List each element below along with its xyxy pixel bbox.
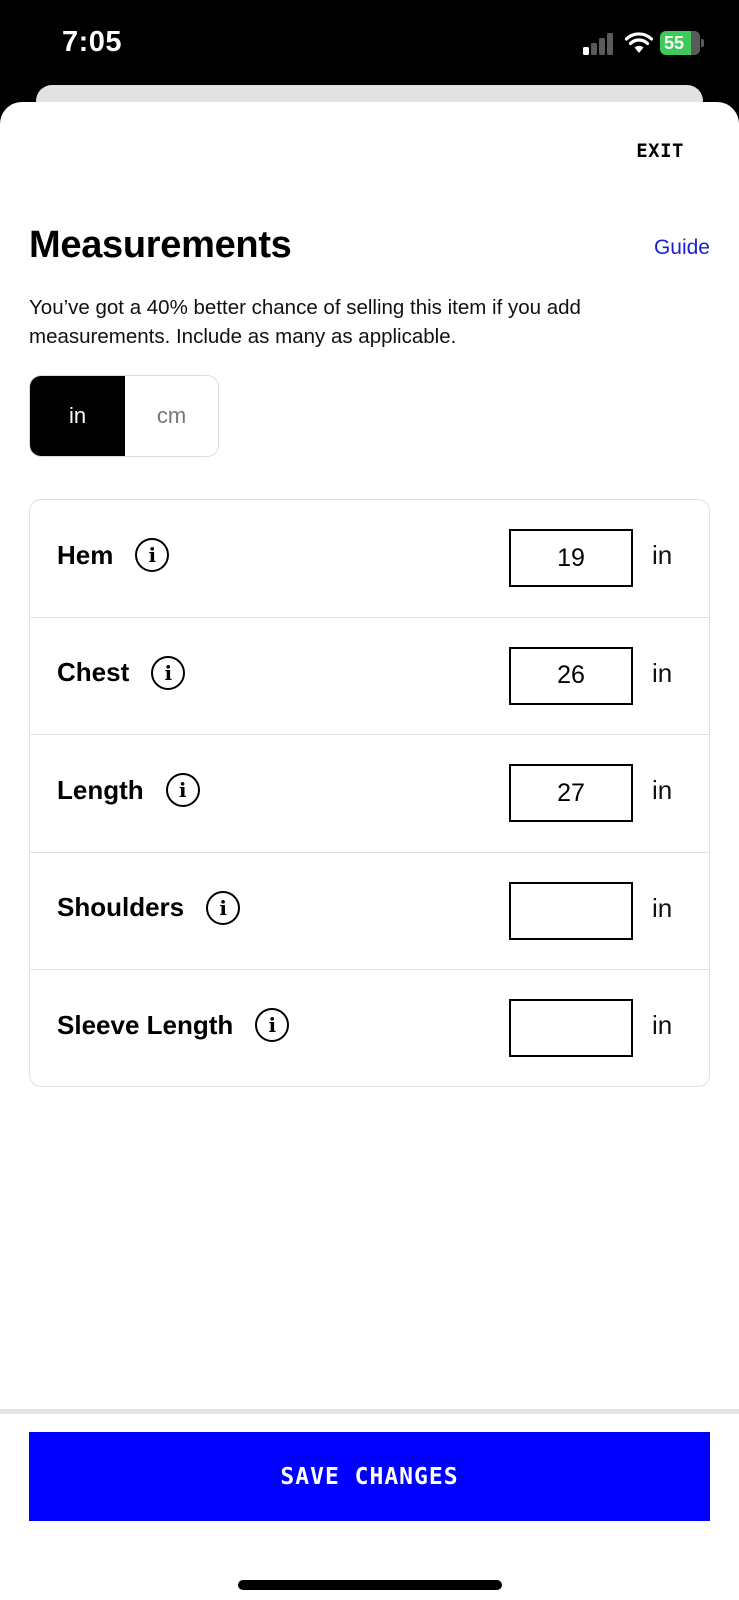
unit-suffix: in — [652, 892, 673, 923]
measurements-card: Hem i in Chest i in Length i in Shoulder… — [29, 499, 710, 1087]
measurement-label: Length i — [57, 773, 200, 807]
battery-level: 55 — [664, 33, 685, 53]
unit-option-cm[interactable]: cm — [125, 376, 218, 456]
unit-toggle: in cm — [29, 375, 219, 457]
measurement-label-text: Hem — [57, 539, 114, 570]
chest-input[interactable] — [509, 646, 633, 705]
measurement-label-text: Sleeve Length — [57, 1009, 234, 1040]
status-time: 7:05 — [62, 26, 123, 58]
shoulders-input[interactable] — [509, 881, 633, 940]
length-input[interactable] — [509, 764, 633, 822]
measurement-row-sleeve-length: Sleeve Length i in — [30, 970, 709, 1086]
measurement-label: Shoulders i — [57, 890, 241, 925]
guide-link[interactable]: Guide — [654, 236, 710, 260]
measurement-label: Sleeve Length i — [57, 1008, 290, 1042]
measurement-row-length: Length i in — [30, 735, 709, 853]
info-icon[interactable]: i — [255, 1008, 290, 1042]
info-icon[interactable]: i — [206, 890, 241, 925]
info-icon[interactable]: i — [151, 655, 186, 690]
unit-option-in[interactable]: in — [30, 376, 125, 456]
unit-suffix: in — [652, 775, 673, 805]
home-indicator — [238, 1580, 502, 1590]
measurement-label: Chest i — [57, 655, 186, 690]
unit-suffix: in — [652, 657, 673, 688]
unit-suffix: in — [652, 540, 673, 570]
measurement-label-text: Length — [57, 774, 144, 805]
measurements-sheet: EXIT Measurements Guide You’ve got a 40%… — [0, 102, 739, 1600]
intro-text: You’ve got a 40% better chance of sellin… — [29, 296, 581, 348]
measurement-row-chest: Chest i in — [30, 618, 709, 735]
measurement-label: Hem i — [57, 538, 170, 572]
cellular-signal-icon — [583, 33, 615, 55]
sleeve-length-input[interactable] — [509, 999, 633, 1057]
save-changes-button[interactable]: SAVE CHANGES — [29, 1432, 710, 1521]
status-bar: 7:05 55 — [0, 0, 739, 92]
exit-button[interactable]: EXIT — [636, 140, 684, 162]
unit-suffix: in — [652, 1010, 673, 1040]
measurement-label-text: Shoulders — [57, 892, 185, 922]
page-title: Measurements — [29, 224, 292, 266]
hem-input[interactable] — [509, 529, 633, 587]
info-icon[interactable]: i — [135, 538, 170, 572]
measurement-row-shoulders: Shoulders i in — [30, 853, 709, 970]
battery-charging-icon: 55 — [660, 31, 704, 55]
info-icon[interactable]: i — [165, 773, 200, 807]
wifi-icon — [624, 31, 654, 55]
measurement-label-text: Chest — [57, 657, 130, 687]
measurement-row-hem: Hem i in — [30, 500, 709, 618]
footer-divider — [0, 1409, 739, 1414]
